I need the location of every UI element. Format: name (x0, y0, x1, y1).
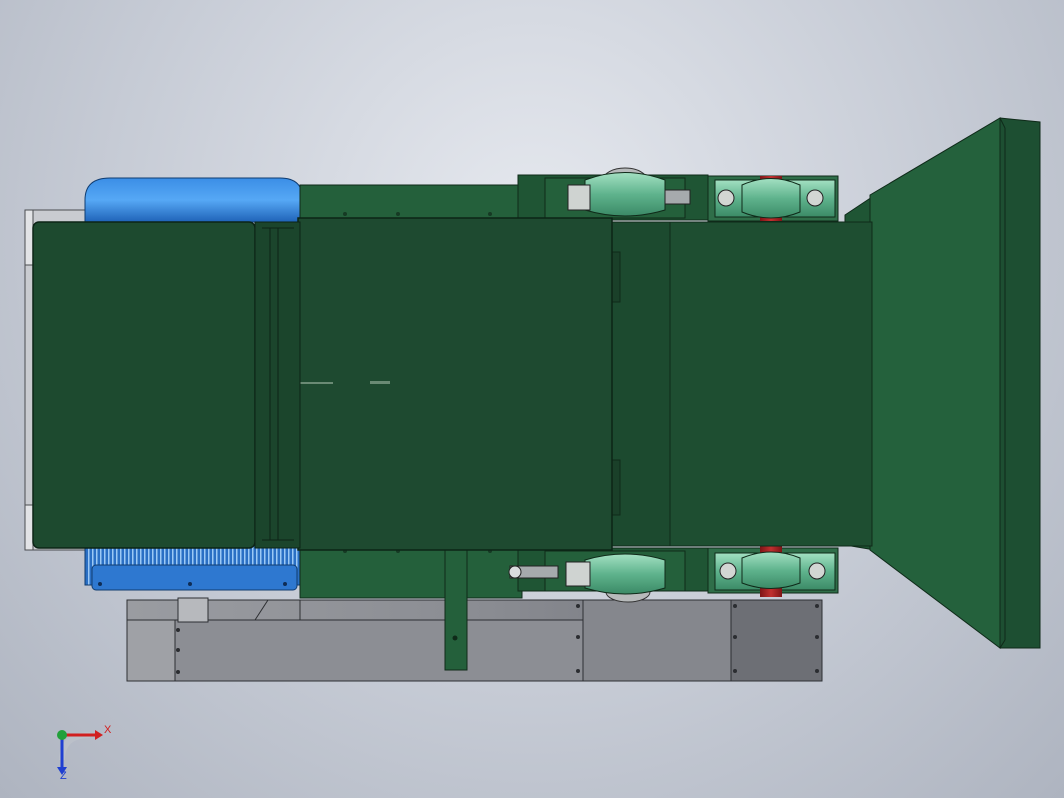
feed-hopper[interactable] (844, 117, 1041, 650)
crusher-housing[interactable] (268, 217, 613, 551)
x-axis-arrowhead (95, 730, 103, 740)
crusher-assembly-drawing: X Z (24, 117, 1041, 782)
cad-viewport[interactable]: X Z (0, 0, 1064, 798)
bearing-bottom-right[interactable] (707, 545, 839, 597)
z-axis-label: Z (60, 770, 67, 782)
coordinate-triad: X Z (57, 724, 112, 782)
base-frame[interactable] (126, 597, 823, 682)
y-axis-dot (57, 730, 67, 740)
x-axis-label: X (104, 724, 112, 736)
belt-guard[interactable] (32, 221, 301, 549)
crusher-cover-right[interactable] (609, 221, 873, 547)
bearing-top-right[interactable] (707, 175, 839, 222)
